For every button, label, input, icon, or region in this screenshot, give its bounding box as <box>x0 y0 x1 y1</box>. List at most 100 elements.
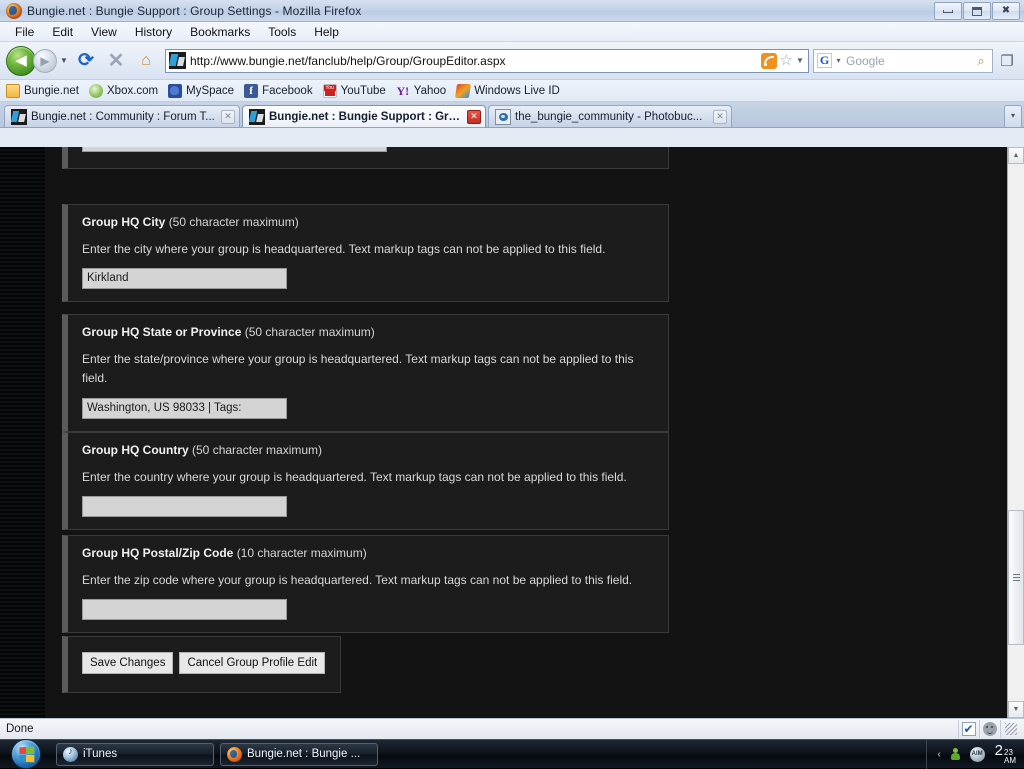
bookmark-facebook[interactable]: f Facebook <box>244 83 313 98</box>
chevron-down-icon[interactable]: ▼ <box>794 56 806 65</box>
history-dropdown-icon[interactable]: ▼ <box>57 50 71 72</box>
status-bar: Done ✔ <box>0 718 1024 739</box>
tab-photobucket[interactable]: the_bungie_community - Photobuc... ✕ <box>488 105 732 127</box>
bungie-favicon-icon <box>11 108 27 125</box>
tab-label: Bungie.net : Bungie Support : Gro... <box>269 110 463 123</box>
resize-grip-icon[interactable] <box>1004 723 1017 735</box>
search-bar[interactable]: G ▾ Google ⌕ <box>813 48 993 73</box>
scroll-up-button[interactable]: ▲ <box>1008 147 1024 164</box>
bookmark-xbox-com[interactable]: Xbox.com <box>89 83 158 98</box>
window-title: Bungie.net : Bungie Support : Group Sett… <box>27 3 362 18</box>
windows-start-orb-icon[interactable] <box>11 739 41 769</box>
field-description: Enter the state/province where your grou… <box>82 352 634 386</box>
status-face-cell[interactable] <box>979 720 999 738</box>
menu-item-history[interactable]: History <box>126 23 181 41</box>
field-title: Group HQ State or Province <box>82 325 242 339</box>
field-panel-group-hq-country: Group HQ Country (50 character maximum) … <box>62 432 669 531</box>
google-engine-icon[interactable]: G <box>817 53 832 68</box>
form-actions-panel: Save Changes Cancel Group Profile Edit <box>62 636 341 693</box>
url-input[interactable]: http://www.bungie.net/fanclub/help/Group… <box>190 54 759 68</box>
browser-window: Bungie.net : Bungie Support : Group Sett… <box>0 0 1024 743</box>
search-icon[interactable]: ⌕ <box>972 53 990 69</box>
field-title: Group HQ Postal/Zip Code <box>82 546 234 560</box>
field-char-limit: (50 character maximum) <box>168 215 299 229</box>
bookmark-myspace[interactable]: MySpace <box>168 83 234 98</box>
cancel-group-profile-edit-button[interactable]: Cancel Group Profile Edit <box>179 652 326 674</box>
tab-community-forum[interactable]: Bungie.net : Community : Forum T... ✕ <box>4 105 240 127</box>
clock-meridiem: AM <box>1004 756 1016 765</box>
status-adblock-cell[interactable]: ✔ <box>958 720 978 738</box>
tab-list-dropdown-icon[interactable]: ▾ <box>1004 105 1022 127</box>
back-button[interactable]: ◀ <box>6 45 36 76</box>
bookmark-star-icon[interactable]: ☆ <box>780 53 793 68</box>
aim-icon[interactable]: AIM <box>969 746 985 762</box>
rss-feed-icon[interactable] <box>760 52 777 69</box>
taskbar-clock[interactable]: 2 23 AM <box>995 743 1016 765</box>
menu-item-tools[interactable]: Tools <box>259 23 305 41</box>
tab-bungie-support-group[interactable]: Bungie.net : Bungie Support : Gro... ✕ <box>242 105 486 127</box>
search-engine-dropdown-icon[interactable]: ▾ <box>834 56 843 65</box>
minimize-button[interactable] <box>934 2 962 20</box>
taskbar-item-firefox[interactable]: Bungie.net : Bungie ... <box>220 742 378 766</box>
tab-close-icon[interactable]: ✕ <box>467 109 481 124</box>
bookmark-bungie-net[interactable]: Bungie.net <box>6 83 79 98</box>
start-button[interactable] <box>2 739 50 769</box>
group-hq-country-input[interactable] <box>82 496 287 518</box>
maximize-button[interactable] <box>963 2 991 20</box>
system-tray: ‹ AIM 2 23 AM <box>926 739 1024 769</box>
address-bar[interactable]: http://www.bungie.net/fanclub/help/Group… <box>165 48 809 73</box>
group-description-textarea[interactable] <box>82 147 387 152</box>
menu-item-bookmarks[interactable]: Bookmarks <box>181 23 259 41</box>
bookmark-windows-live-id[interactable]: Windows Live ID <box>455 83 560 98</box>
group-hq-zip-input[interactable] <box>82 599 287 621</box>
menu-item-help[interactable]: Help <box>305 23 348 41</box>
stop-icon[interactable]: ✕ <box>103 48 129 74</box>
forward-button[interactable]: ▶ <box>33 48 57 73</box>
field-char-limit: (50 character maximum) <box>244 325 375 339</box>
field-panel-group-hq-state: Group HQ State or Province (50 character… <box>62 314 669 432</box>
page-viewport: Group HQ City (50 character maximum) Ent… <box>0 147 1024 718</box>
tray-messenger-cell[interactable] <box>949 747 962 761</box>
tab-groups-icon[interactable]: ❐ <box>996 49 1018 73</box>
menu-bar: File Edit View History Bookmarks Tools H… <box>0 22 1024 42</box>
bookmarks-toolbar: Bungie.net Xbox.com MySpace f Facebook Y… <box>0 80 1024 102</box>
field-char-limit: (50 character maximum) <box>192 443 323 457</box>
tab-close-icon[interactable]: ✕ <box>221 109 235 124</box>
taskbar-item-itunes[interactable]: iTunes <box>56 742 214 766</box>
status-resize-cell[interactable] <box>1000 720 1020 738</box>
reload-icon[interactable]: ⟳ <box>73 48 99 74</box>
folder-icon <box>6 83 20 98</box>
page-vertical-scrollbar[interactable]: ▲ ▼ <box>1007 147 1024 718</box>
menu-item-view[interactable]: View <box>82 23 126 41</box>
home-icon[interactable]: ⌂ <box>133 48 159 74</box>
field-panel-group-hq-city: Group HQ City (50 character maximum) Ent… <box>62 204 669 303</box>
tab-strip: Bungie.net : Community : Forum T... ✕ Bu… <box>0 102 1024 128</box>
tray-expand-icon[interactable]: ‹ <box>937 749 940 760</box>
field-label-group-hq-city: Group HQ City (50 character maximum) <box>82 215 654 229</box>
bookmark-youtube[interactable]: YouTube <box>322 83 386 98</box>
navigation-toolbar: ◀ ▶ ▼ ⟳ ✕ ⌂ http://www.bungie.net/fanclu… <box>0 42 1024 80</box>
save-changes-button[interactable]: Save Changes <box>82 652 174 674</box>
menu-item-file[interactable]: File <box>6 23 43 41</box>
group-hq-state-input[interactable]: Washington, US 98033 | Tags: <box>82 397 287 419</box>
menu-item-edit[interactable]: Edit <box>43 23 82 41</box>
scroll-down-button[interactable]: ▼ <box>1008 701 1024 718</box>
group-hq-city-input[interactable]: Kirkland <box>82 268 287 290</box>
scrollbar-thumb[interactable] <box>1008 510 1024 645</box>
bookmark-label: Yahoo <box>413 84 447 97</box>
clock-hour: 2 <box>994 742 1003 759</box>
windows-taskbar: iTunes Bungie.net : Bungie ... ‹ AIM 2 2… <box>0 739 1024 769</box>
close-button[interactable]: ✖ <box>992 2 1020 20</box>
search-input[interactable]: Google <box>843 54 972 68</box>
status-bar-icons: ✔ <box>957 720 1024 738</box>
myspace-icon <box>168 83 183 98</box>
bookmark-label: YouTube <box>340 84 386 97</box>
face-icon[interactable] <box>982 722 997 736</box>
messenger-person-icon[interactable] <box>949 747 962 761</box>
bookmark-yahoo[interactable]: Y! Yahoo <box>396 84 446 98</box>
tab-close-icon[interactable]: ✕ <box>713 109 727 124</box>
checkmark-icon[interactable]: ✔ <box>961 722 976 736</box>
tray-aim-cell[interactable]: AIM <box>969 746 985 762</box>
field-label-group-hq-zip: Group HQ Postal/Zip Code (10 character m… <box>82 546 654 560</box>
field-panel-group-hq-zip: Group HQ Postal/Zip Code (10 character m… <box>62 535 669 634</box>
